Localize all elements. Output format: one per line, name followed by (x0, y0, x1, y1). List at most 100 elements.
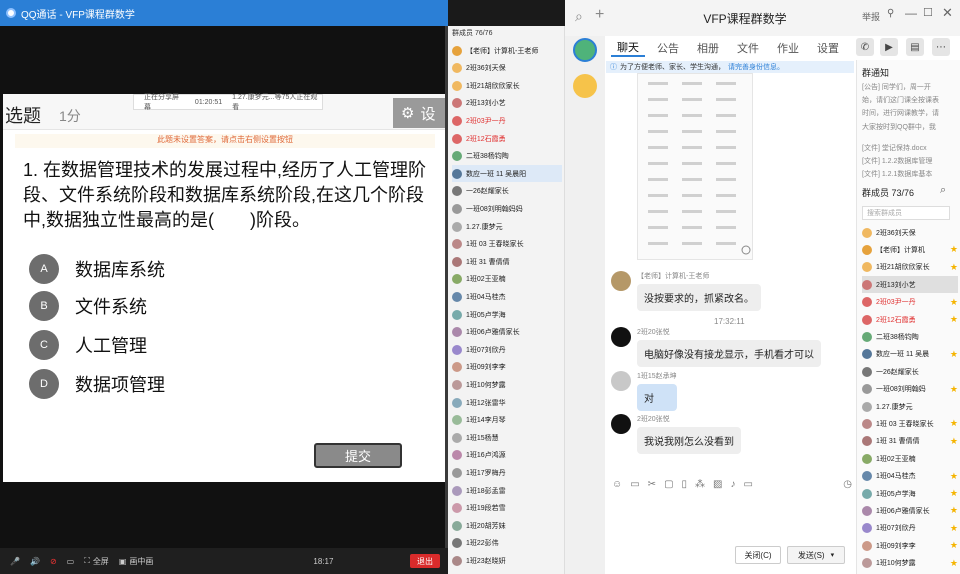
chevron-down-icon[interactable]: ▾ (831, 551, 835, 559)
folder-icon[interactable]: ▢ (664, 479, 673, 490)
bell-icon[interactable]: ♪ (730, 479, 735, 490)
report-link[interactable]: 举报 (862, 10, 880, 23)
member-list-item[interactable]: 1班17罗梅丹 (452, 464, 562, 481)
member-row[interactable]: 2班36刘天保 (862, 224, 958, 241)
member-list-item[interactable]: 1班12张雷华 (452, 394, 562, 411)
close-button[interactable]: 关闭(C) (735, 546, 781, 564)
member-list-item[interactable]: 1班15杨慧 (452, 429, 562, 446)
mic-icon[interactable]: 🎤 (10, 557, 20, 566)
member-list-item[interactable]: 1.27.康梦元 (452, 218, 562, 235)
history-icon[interactable]: ◷ (843, 479, 852, 490)
fullscreen-button[interactable]: ⛶ 全屏 (84, 556, 109, 567)
member-list-item[interactable]: 一班08刘明翰妈妈 (452, 200, 562, 217)
search-icon[interactable]: ⌕ (575, 8, 583, 25)
close-icon[interactable]: ✕ (942, 5, 953, 21)
screen-icon[interactable]: ▤ (906, 38, 924, 56)
member-row[interactable]: 1班 03 王春晓家长 ★ (862, 415, 958, 432)
settings-button[interactable]: ⚙ 设 (393, 98, 445, 128)
phone-icon[interactable]: ✆ (856, 38, 874, 56)
apps-icon[interactable]: ⁂ (695, 479, 705, 490)
group-avatar[interactable] (573, 38, 597, 62)
member-list-item[interactable]: 一26赵耀家长 (452, 183, 562, 200)
submit-button[interactable]: 提交 (314, 443, 402, 468)
option-c[interactable]: C 人工管理 (29, 330, 329, 360)
sender-avatar[interactable] (611, 271, 631, 291)
send-button[interactable]: 发送(S) ▾ (787, 546, 845, 564)
maximize-icon[interactable]: ☐ (923, 6, 933, 19)
member-row[interactable]: 1班 31 曹倩倩 ★ (862, 433, 958, 450)
member-list-item[interactable]: 2班13刘小艺 (452, 95, 562, 112)
notice-entry[interactable]: [文件] 堂记保持.docx (862, 143, 952, 153)
member-search-input[interactable]: 搜索群成员 (862, 206, 950, 220)
member-row[interactable]: 1班02王亚楠 (862, 450, 958, 467)
group-notice-title[interactable]: 群通知 (862, 66, 889, 79)
notice-entry[interactable]: 时间，进行网课教学，请 (862, 108, 952, 118)
member-row[interactable]: 1班07刘欣丹 ★ (862, 520, 958, 537)
member-row[interactable]: 2班13刘小艺 (862, 276, 958, 294)
member-row[interactable]: 1班09刘李李 ★ (862, 537, 958, 554)
tab-0[interactable]: 聊天 (611, 39, 645, 57)
doc-icon[interactable]: ▯ (682, 479, 688, 490)
member-list-item[interactable]: 1班06卢雅倩家长 (452, 324, 562, 341)
notice-entry[interactable]: 始，请们这门课全按课表 (862, 95, 952, 105)
member-list-item[interactable]: 1班05卢学海 (452, 306, 562, 323)
member-list-item[interactable]: 1班23赵晓妍 (452, 552, 562, 569)
sender-avatar[interactable] (611, 414, 631, 434)
option-d[interactable]: D 数据项管理 (29, 369, 329, 399)
member-row[interactable]: 2班12石霞勇 ★ (862, 311, 958, 328)
option-b[interactable]: B 文件系统 (29, 291, 329, 321)
member-list-item[interactable]: 1班07刘欣丹 (452, 341, 562, 358)
member-list-item[interactable]: 二班38杨钧陶 (452, 148, 562, 165)
camera-off-icon[interactable]: ⊘ (50, 557, 57, 566)
emoji-icon[interactable]: ☺ (612, 479, 622, 490)
member-list-item[interactable]: 1班14李月琴 (452, 412, 562, 429)
pin-window-icon[interactable]: ⚲ (887, 8, 894, 19)
search-icon[interactable]: ⌕ (940, 184, 946, 197)
tab-4[interactable]: 作业 (771, 40, 805, 56)
notice-entry[interactable]: 大家按时到QQ群中，我 (862, 122, 952, 132)
member-row[interactable]: 一26赵耀家长 (862, 363, 958, 380)
add-icon[interactable]: + (595, 6, 604, 24)
member-list-item[interactable]: 1班19段若雪 (452, 500, 562, 517)
screen-share-icon[interactable]: ▭ (67, 557, 75, 566)
member-list-item[interactable]: 【老师】计算机-王老师 (452, 42, 562, 59)
member-row[interactable]: 2班03尹一丹 ★ (862, 294, 958, 311)
notice-entry[interactable]: [文件] 1.2.1数据库基本 (862, 169, 952, 179)
notice-entry[interactable]: [公告] 同学们，周一开 (862, 82, 952, 92)
video-icon[interactable]: ▶ (880, 38, 898, 56)
member-row[interactable]: 1班04马桂杰 ★ (862, 468, 958, 485)
member-list-item[interactable]: 1班18彭孟雷 (452, 482, 562, 499)
member-row[interactable]: 1班21胡欣欣家长 ★ (862, 259, 958, 276)
member-row[interactable]: 1班06卢雅倩家长 ★ (862, 502, 958, 519)
tab-2[interactable]: 相册 (691, 40, 725, 56)
member-row[interactable]: 二班38杨钧陶 (862, 328, 958, 345)
scissors-icon[interactable]: ✂ (648, 479, 656, 490)
contact-avatar[interactable] (573, 74, 597, 98)
notice-link[interactable]: 请完善身份信息。 (728, 62, 784, 72)
member-list-item[interactable]: 1班02王亚楠 (452, 271, 562, 288)
member-list-item[interactable]: 2班36刘天保 (452, 60, 562, 77)
speaker-icon[interactable]: 🔊 (30, 557, 40, 566)
sender-avatar[interactable] (611, 327, 631, 347)
member-list-item[interactable]: 1班10何梦露 (452, 376, 562, 393)
option-a[interactable]: A 数据库系统 (29, 254, 329, 284)
member-list-item[interactable]: 1班 03 王春晓家长 (452, 236, 562, 253)
member-list-item[interactable]: 1班09刘李李 (452, 359, 562, 376)
member-list-item[interactable]: 1班20胡芳妹 (452, 517, 562, 534)
member-list-item[interactable]: 1班04马桂杰 (452, 288, 562, 305)
member-row[interactable]: 数应一班 11 吴晨 ★ (862, 346, 958, 363)
sender-avatar[interactable] (611, 371, 631, 391)
member-row[interactable]: 1班05卢学海 ★ (862, 485, 958, 502)
window-icon[interactable]: ▭ (743, 479, 752, 490)
member-row[interactable]: 1.27.康梦元 (862, 398, 958, 415)
tab-1[interactable]: 公告 (651, 40, 685, 56)
member-row[interactable]: 一班08刘明翰妈 ★ (862, 381, 958, 398)
member-list-item[interactable]: 1班 31 曹倩倩 (452, 253, 562, 270)
gif-icon[interactable]: ▭ (630, 479, 639, 490)
image-icon[interactable]: ▨ (713, 479, 722, 490)
member-list-item[interactable]: 1班16卢鸿源 (452, 447, 562, 464)
pip-button[interactable]: ▣ 画中画 (119, 556, 154, 567)
tab-3[interactable]: 文件 (731, 40, 765, 56)
tab-5[interactable]: 设置 (811, 40, 845, 56)
member-list-item[interactable]: 2班03尹一丹 (452, 112, 562, 129)
